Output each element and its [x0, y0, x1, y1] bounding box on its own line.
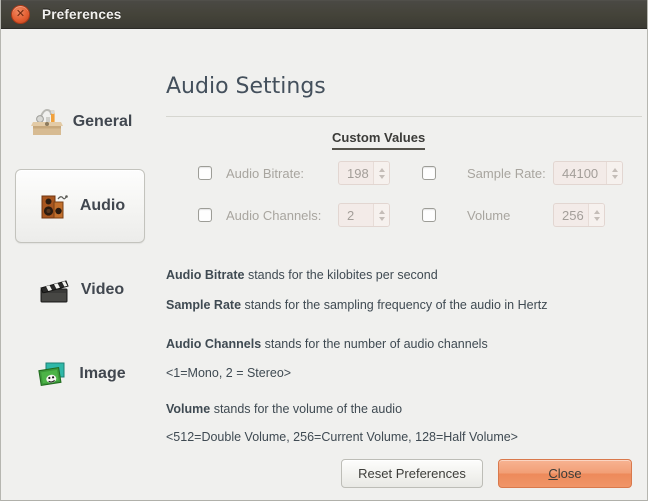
sample-rate-value: 44100	[562, 165, 599, 181]
sidebar-item-label: Video	[80, 281, 125, 298]
sidebar-item-label: Image	[79, 365, 126, 382]
audio-channels-spinner[interactable]: 2	[338, 203, 390, 227]
window-title: Preferences	[42, 6, 122, 22]
description-line: Volume stands for the volume of the audi…	[166, 402, 402, 416]
reset-preferences-button[interactable]: Reset Preferences	[341, 459, 483, 488]
sidebar-item-label: General	[72, 113, 133, 130]
description-term: Volume	[166, 402, 211, 416]
description-text: stands for the number of audio channels	[261, 337, 488, 351]
description-text: <1=Mono, 2 = Stereo>	[166, 366, 292, 380]
sidebar-item-label: Audio	[79, 197, 126, 214]
volume-value: 256	[562, 207, 584, 223]
description-text: stands for the sampling frequency of the…	[241, 298, 548, 312]
sidebar-item-video[interactable]: Video	[15, 253, 145, 327]
sidebar-item-general[interactable]: General	[15, 85, 145, 159]
dialog-content: General Audio Video Image Audio Settings…	[1, 29, 647, 500]
preferences-window: ✕ Preferences General Audio Video Image …	[0, 0, 648, 501]
sample-rate-label: Sample Rate:	[467, 165, 546, 181]
description-term: Audio Bitrate	[166, 268, 245, 282]
form-row: Audio Bitrate: 198 Sample Rate: 44100	[159, 159, 623, 187]
speaker-icon	[35, 187, 73, 225]
audio-bitrate-checkbox[interactable]	[198, 166, 212, 180]
sidebar-item-image[interactable]: Image	[15, 337, 145, 411]
description-text: stands for the kilobites per second	[244, 268, 438, 282]
title-divider	[166, 116, 642, 117]
audio-bitrate-value: 198	[347, 165, 369, 181]
audio-channels-value: 2	[347, 207, 355, 223]
description-line: <1=Mono, 2 = Stereo>	[166, 366, 291, 380]
sample-rate-spinner[interactable]: 44100	[553, 161, 623, 185]
description-line: Audio Bitrate stands for the kilobites p…	[166, 268, 438, 282]
window-titlebar: ✕ Preferences	[1, 0, 647, 29]
description-text: stands for the volume of the audio	[210, 402, 403, 416]
description-term: Sample Rate	[166, 298, 242, 312]
spinner-arrows-icon[interactable]	[588, 204, 604, 226]
description-term: Audio Channels	[166, 337, 262, 351]
clapperboard-icon	[36, 271, 74, 309]
audio-bitrate-spinner[interactable]: 198	[338, 161, 390, 185]
form-row: Audio Channels: 2 Volume 256	[159, 201, 605, 229]
description-line: Audio Channels stands for the number of …	[166, 337, 488, 351]
description-line: <512=Double Volume, 256=Current Volume, …	[166, 430, 518, 444]
page-title: Audio Settings	[166, 74, 326, 99]
close-button-label: lose	[557, 466, 582, 481]
volume-label: Volume	[467, 207, 511, 223]
sidebar-item-audio[interactable]: Audio	[15, 169, 145, 243]
close-glyph: ✕	[15, 6, 26, 20]
spinner-arrows-icon[interactable]	[373, 204, 389, 226]
window-close-icon[interactable]: ✕	[11, 4, 30, 24]
audio-channels-label: Audio Channels:	[226, 207, 322, 223]
dialog-footer: Reset Preferences Close	[1, 447, 647, 500]
volume-spinner[interactable]: 256	[553, 203, 605, 227]
audio-channels-checkbox[interactable]	[198, 208, 212, 222]
sample-rate-checkbox[interactable]	[422, 166, 436, 180]
volume-checkbox[interactable]	[422, 208, 436, 222]
settings-panel: Audio Settings Custom Values Audio Bitra…	[159, 29, 647, 500]
photos-icon	[34, 355, 72, 393]
section-heading: Custom Values	[332, 130, 426, 150]
spinner-arrows-icon[interactable]	[606, 162, 622, 184]
toolbox-icon	[28, 103, 66, 141]
audio-bitrate-label: Audio Bitrate:	[226, 165, 305, 181]
spinner-arrows-icon[interactable]	[373, 162, 389, 184]
close-button-mnemonic: C	[548, 466, 558, 481]
description-line: Sample Rate stands for the sampling freq…	[166, 298, 547, 312]
description-text: <512=Double Volume, 256=Current Volume, …	[166, 430, 518, 444]
category-sidebar: General Audio Video Image	[1, 29, 159, 469]
close-button[interactable]: Close	[498, 459, 632, 488]
